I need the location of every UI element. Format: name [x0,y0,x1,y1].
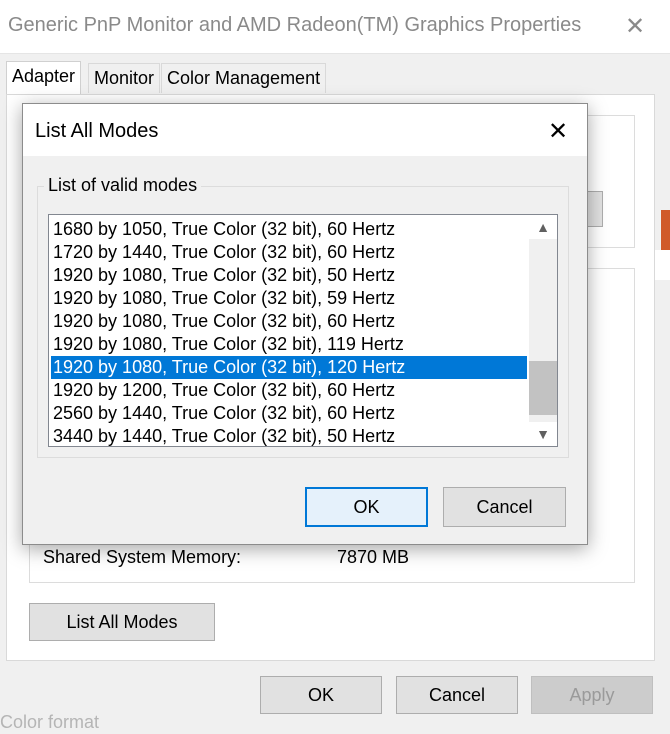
apply-button[interactable]: Apply [531,676,653,714]
background-cutoff-text: Color format [0,712,100,732]
mode-list-item-selected[interactable]: 1920 by 1080, True Color (32 bit), 120 H… [51,356,527,379]
mode-list-item[interactable]: 1920 by 1080, True Color (32 bit), 59 He… [51,287,527,310]
tab-monitor[interactable]: Monitor [88,63,161,93]
mode-list-item[interactable]: 1920 by 1080, True Color (32 bit), 119 H… [51,333,527,356]
mode-list-item[interactable]: 1920 by 1200, True Color (32 bit), 60 He… [51,379,527,402]
background-window-edge [661,210,670,250]
properties-window: Generic PnP Monitor and AMD Radeon(TM) G… [0,0,670,734]
chevron-up-icon[interactable]: ▲ [529,215,557,239]
dialog-title: List All Modes [35,120,159,142]
background-window-edge [655,250,670,280]
tab-color-management[interactable]: Color Management [161,63,327,93]
chevron-down-icon[interactable]: ▼ [529,422,557,446]
vertical-scrollbar[interactable]: ▲ ▼ [529,215,557,446]
dialog-title-bar: List All Modes ✕ [23,104,587,156]
mode-list-item[interactable]: 1720 by 1440, True Color (32 bit), 60 He… [51,241,527,264]
scroll-thumb[interactable] [529,361,557,415]
dialog-cancel-button[interactable]: Cancel [443,487,566,527]
window-title: Generic PnP Monitor and AMD Radeon(TM) G… [8,14,582,36]
ok-button[interactable]: OK [260,676,382,714]
close-icon[interactable]: ✕ [618,8,652,44]
cancel-button[interactable]: Cancel [396,676,518,714]
list-all-modes-dialog: List All Modes ✕ List of valid modes 168… [22,103,588,545]
mode-list-item[interactable]: 2560 by 1440, True Color (32 bit), 60 He… [51,402,527,425]
shared-memory-label: Shared System Memory: [43,547,242,567]
valid-modes-group: List of valid modes 1680 by 1050, True C… [37,175,569,458]
mode-list-item[interactable]: 1920 by 1080, True Color (32 bit), 60 He… [51,310,527,333]
shared-memory-value: 7870 MB [337,547,410,567]
dialog-ok-button[interactable]: OK [305,487,428,527]
list-all-modes-button[interactable]: List All Modes [29,603,215,641]
scroll-track[interactable] [529,239,557,422]
valid-modes-label: List of valid modes [44,175,202,196]
mode-list-item[interactable]: 1920 by 1080, True Color (32 bit), 50 He… [51,264,527,287]
modes-list: 1680 by 1050, True Color (32 bit), 60 He… [51,218,527,448]
tab-adapter[interactable]: Adapter [6,61,82,95]
modes-listbox[interactable]: 1680 by 1050, True Color (32 bit), 60 He… [48,214,558,447]
mode-list-item[interactable]: 1680 by 1050, True Color (32 bit), 60 He… [51,218,527,241]
close-icon[interactable]: ✕ [539,114,577,148]
mode-list-item[interactable]: 3440 by 1440, True Color (32 bit), 50 He… [51,425,527,448]
window-title-bar: Generic PnP Monitor and AMD Radeon(TM) G… [0,0,670,54]
